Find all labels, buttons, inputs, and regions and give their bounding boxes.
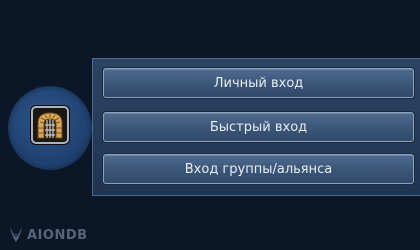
watermark-text: AIONDB — [27, 227, 88, 243]
dungeon-gate-icon[interactable] — [31, 106, 69, 144]
aiondb-watermark: AIONDB — [8, 226, 88, 244]
personal-entry-button[interactable]: Личный вход — [103, 68, 414, 98]
aion-wing-logo-icon — [10, 228, 22, 242]
entry-menu-panel: Личный вход Быстрый вход Вход группы/аль… — [92, 58, 420, 196]
quick-entry-button[interactable]: Быстрый вход — [103, 112, 414, 142]
dungeon-gate-icon-graphic — [37, 112, 63, 139]
group-alliance-entry-button[interactable]: Вход группы/альянса — [103, 154, 414, 184]
entry-icon-circle — [8, 86, 92, 170]
